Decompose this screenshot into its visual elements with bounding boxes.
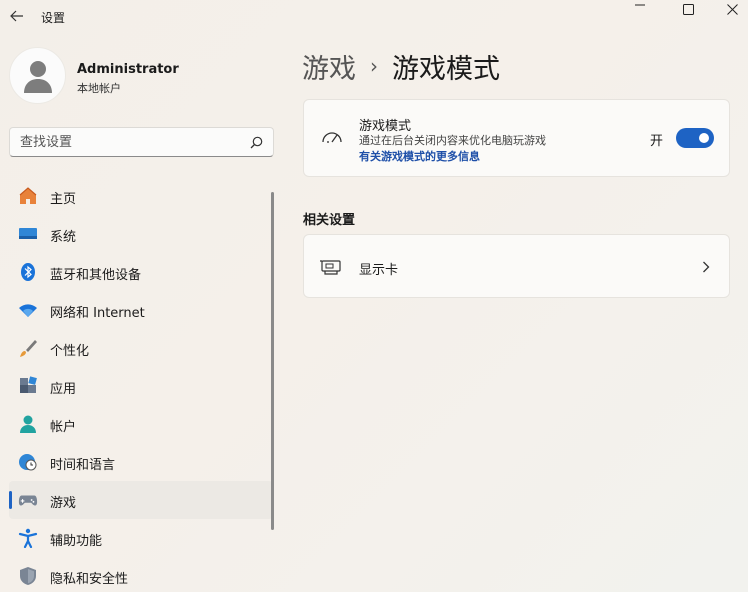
sidebar-scrollbar[interactable]: [271, 192, 274, 530]
speedometer-icon: [319, 125, 345, 151]
sidebar-item-label: 网络和 Internet: [50, 306, 145, 321]
sidebar-item-gaming[interactable]: 游戏: [9, 481, 273, 519]
page-title: 游戏模式: [392, 53, 500, 85]
sidebar-item-privacy[interactable]: 隐私和安全性: [9, 557, 273, 592]
globe-clock-icon: [18, 452, 38, 472]
wifi-icon: [18, 300, 38, 320]
sidebar-item-label: 游戏: [50, 496, 77, 511]
sidebar-item-accounts[interactable]: 帐户: [9, 405, 273, 443]
active-indicator: [9, 491, 12, 509]
game-mode-description: 通过在后台关闭内容来优化电脑玩游戏: [359, 134, 546, 147]
user-name: Administrator: [77, 62, 179, 77]
arrow-left-icon: [10, 10, 23, 22]
monitor-icon: [18, 224, 38, 244]
back-button[interactable]: [6, 5, 28, 27]
sidebar-item-label: 辅助功能: [50, 534, 103, 549]
game-mode-learn-more-link[interactable]: 有关游戏模式的更多信息: [359, 148, 480, 164]
avatar[interactable]: [9, 47, 66, 104]
graphics-card-item[interactable]: 显示卡: [303, 234, 730, 298]
sidebar-item-label: 隐私和安全性: [50, 572, 129, 587]
accessibility-icon: [18, 528, 38, 548]
sidebar-item-apps[interactable]: 应用: [9, 367, 273, 405]
sidebar-item-system[interactable]: 系统: [9, 215, 273, 253]
sidebar-item-label: 时间和语言: [50, 458, 116, 473]
account-type: 本地帐户: [77, 82, 121, 95]
account-icon: [18, 414, 38, 434]
close-button[interactable]: [712, 0, 748, 18]
breadcrumb-separator: ›: [370, 54, 378, 78]
close-icon: [726, 3, 738, 15]
sidebar-item-label: 系统: [50, 230, 77, 245]
sidebar-item-label: 帐户: [50, 420, 77, 435]
search-box[interactable]: [9, 127, 274, 157]
apps-icon: [18, 376, 38, 396]
graphics-card-icon: [319, 255, 343, 279]
game-mode-toggle[interactable]: [676, 128, 714, 148]
title-bar: 设置: [0, 0, 748, 34]
sidebar-item-time-language[interactable]: 时间和语言: [9, 443, 273, 481]
sidebar-nav: 主页 系统 蓝牙和其他设备 网络和 Internet 个性化 应用 帐户 时间和…: [9, 177, 273, 592]
chevron-right-icon: [699, 259, 713, 275]
shield-icon: [18, 566, 38, 586]
minimize-icon: [635, 4, 645, 6]
maximize-button[interactable]: [668, 0, 708, 18]
toggle-knob: [699, 133, 709, 143]
sidebar-item-personalization[interactable]: 个性化: [9, 329, 273, 367]
home-icon: [18, 186, 38, 206]
breadcrumb-parent[interactable]: 游戏: [302, 47, 356, 86]
sidebar-item-label: 蓝牙和其他设备: [50, 268, 142, 283]
sidebar-item-label: 应用: [50, 382, 77, 397]
sidebar-item-network[interactable]: 网络和 Internet: [9, 291, 273, 329]
user-icon: [23, 60, 52, 93]
graphics-card-label: 显示卡: [359, 263, 399, 278]
bluetooth-icon: [18, 262, 38, 282]
related-settings-heading: 相关设置: [303, 213, 356, 228]
sidebar-item-bluetooth[interactable]: 蓝牙和其他设备: [9, 253, 273, 291]
minimize-button[interactable]: [620, 0, 660, 18]
breadcrumb: 游戏 › 游戏模式: [302, 46, 500, 86]
sidebar-item-label: 主页: [50, 192, 77, 207]
toggle-state-label: 开: [650, 134, 664, 149]
brush-icon: [18, 338, 38, 358]
search-input[interactable]: [10, 128, 245, 156]
sidebar-item-home[interactable]: 主页: [9, 177, 273, 215]
gamepad-icon: [18, 490, 38, 510]
app-title: 设置: [41, 11, 66, 25]
search-icon[interactable]: [250, 136, 263, 149]
maximize-icon: [682, 3, 694, 15]
sidebar-item-label: 个性化: [50, 344, 90, 359]
game-mode-card: 游戏模式 通过在后台关闭内容来优化电脑玩游戏 有关游戏模式的更多信息 开: [303, 99, 730, 177]
sidebar-item-accessibility[interactable]: 辅助功能: [9, 519, 273, 557]
